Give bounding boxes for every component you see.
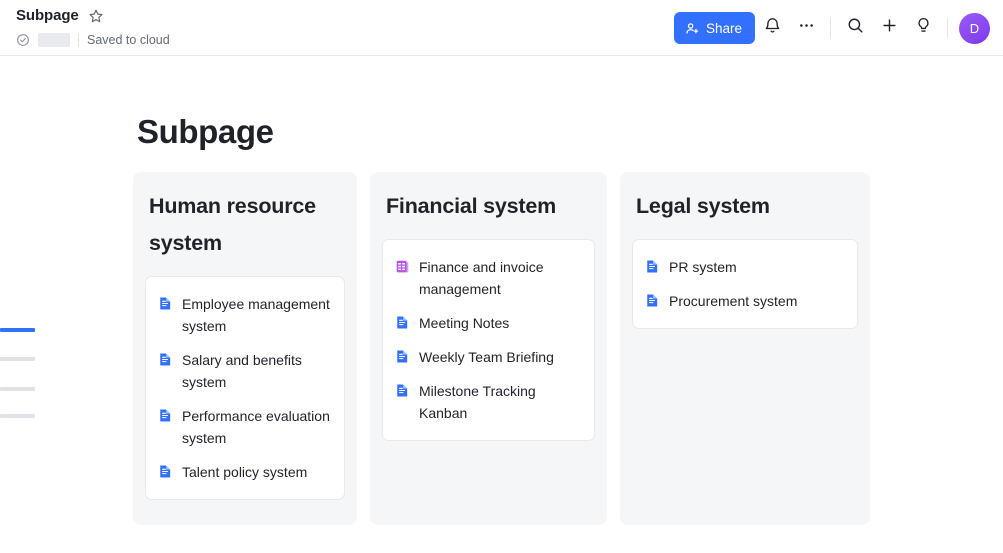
plus-icon: [880, 16, 899, 40]
board-column-title: Financial system: [386, 194, 557, 218]
edge-panel-line: [0, 357, 35, 361]
search-icon: [846, 16, 865, 40]
document-list-item[interactable]: Salary and benefits system: [158, 343, 332, 399]
edge-panel-line: [0, 387, 35, 391]
document-list-item[interactable]: Meeting Notes: [395, 306, 582, 340]
document-list-item[interactable]: Talent policy system: [158, 455, 332, 489]
document-list-card: PR system Procurement system: [632, 239, 858, 329]
doc-blue-icon: [395, 346, 410, 364]
base-table-purple-icon: [395, 256, 410, 274]
doc-blue-icon: [158, 405, 173, 423]
doc-blue-icon: [645, 256, 660, 274]
document-list-item-label: Weekly Team Briefing: [419, 349, 554, 365]
document-list-item[interactable]: PR system: [645, 250, 845, 284]
lightbulb-icon: [914, 16, 933, 40]
document-list-item[interactable]: Employee management system: [158, 287, 332, 343]
document-list-item-label: Employee management system: [182, 296, 330, 334]
board-columns: Human resource system Employee management…: [133, 172, 870, 525]
edge-panel-line: [0, 414, 35, 418]
board-column-title: Human resource system: [149, 194, 316, 255]
share-button-label: Share: [705, 20, 742, 36]
document-list-card: Finance and invoice management Meeting No…: [382, 239, 595, 441]
document-list-item[interactable]: Milestone Tracking Kanban: [395, 374, 582, 430]
help-button[interactable]: [906, 11, 940, 45]
doc-blue-icon: [158, 461, 173, 479]
document-list-item-label: Meeting Notes: [419, 315, 510, 331]
document-list-item-label: Salary and benefits system: [182, 352, 302, 390]
board-column-title: Legal system: [636, 194, 770, 218]
status-divider: [78, 33, 79, 47]
person-add-icon: [685, 21, 700, 36]
edge-panel-line: [0, 328, 35, 332]
toolbar-divider-2: [947, 18, 948, 38]
avatar[interactable]: D: [959, 12, 990, 44]
document-list-item-label: Talent policy system: [182, 464, 308, 480]
document-list-item[interactable]: Performance evaluation system: [158, 399, 332, 455]
more-options-button[interactable]: [789, 11, 823, 45]
left-edge-panel: [0, 0, 40, 553]
document-list-item-label: Milestone Tracking Kanban: [419, 383, 536, 421]
notifications-button[interactable]: [755, 11, 789, 45]
search-button[interactable]: [838, 11, 872, 45]
save-status-text: Saved to cloud: [87, 33, 170, 47]
ellipsis-icon: [797, 16, 816, 40]
board-column: Financial system Finance and invoice mana…: [370, 172, 607, 525]
toolbar-actions: Share D: [673, 0, 990, 56]
doc-blue-icon: [395, 312, 410, 330]
create-new-button[interactable]: [872, 11, 906, 45]
document-list-card: Employee management system Salary and ben…: [145, 276, 345, 500]
board-column: Human resource system Employee management…: [133, 172, 357, 525]
toolbar-divider-1: [830, 18, 831, 38]
doc-blue-icon: [158, 293, 173, 311]
board-column: Legal system PR system Procurement system: [620, 172, 870, 525]
document-list-item-label: Performance evaluation system: [182, 408, 330, 446]
document-heading: Subpage: [137, 113, 274, 150]
document-list-item-label: PR system: [669, 259, 737, 275]
document-list-item-label: Finance and invoice management: [419, 259, 544, 297]
top-bar: Subpage Saved to cloud Share D: [0, 0, 1003, 56]
document-list-item-label: Procurement system: [669, 293, 798, 309]
document-list-item[interactable]: Weekly Team Briefing: [395, 340, 582, 374]
doc-blue-icon: [395, 380, 410, 398]
doc-blue-icon: [645, 290, 660, 308]
document-list-item[interactable]: Procurement system: [645, 284, 845, 318]
star-outline-icon[interactable]: [88, 8, 104, 24]
redacted-owner-label: [38, 33, 70, 47]
bell-icon: [763, 16, 782, 40]
share-button[interactable]: Share: [673, 12, 755, 44]
doc-blue-icon: [158, 349, 173, 367]
document-list-item[interactable]: Finance and invoice management: [395, 250, 582, 306]
